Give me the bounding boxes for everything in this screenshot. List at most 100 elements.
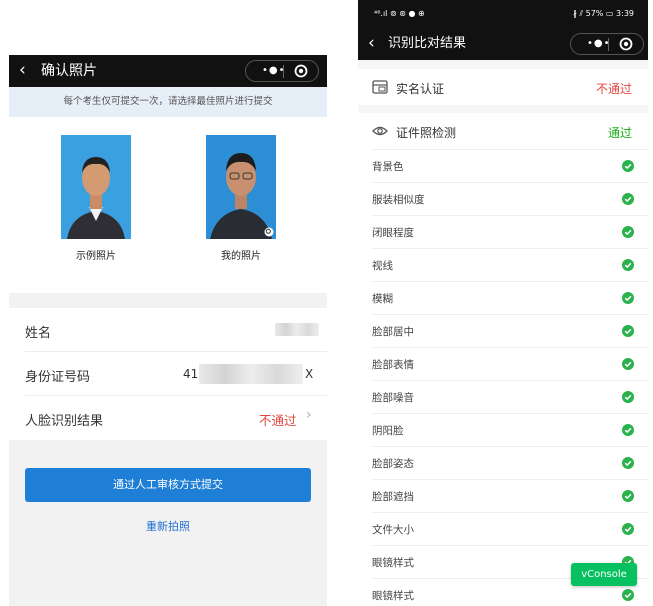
- check-item: 服装相似度: [358, 182, 648, 215]
- check-item: 视线: [358, 248, 648, 281]
- check-item-label: 背景色: [372, 161, 404, 173]
- manual-review-submit-button[interactable]: 通过人工审核方式提交: [25, 468, 311, 502]
- check-circle-icon: [622, 358, 634, 370]
- my-photo-caption[interactable]: 我的照片: [191, 247, 291, 262]
- divider: [372, 413, 648, 414]
- photo-area: 示例照片 我的照片: [9, 117, 327, 293]
- vconsole-button[interactable]: vConsole: [571, 563, 637, 586]
- divider: [372, 248, 648, 249]
- check-item-label: 脸部居中: [372, 326, 414, 338]
- nav-bar: ‹ 确认照片 •●•: [9, 55, 327, 87]
- id-number-prefix: 41: [183, 367, 199, 381]
- capsule-divider: [283, 65, 284, 78]
- id-number-row: 身份证号码 41 X: [9, 352, 327, 396]
- real-name-section: 实名认证 不通过: [358, 69, 648, 105]
- mini-program-capsule[interactable]: •●•: [570, 33, 644, 55]
- check-item: 闭眼程度: [358, 215, 648, 248]
- name-value-redacted: [275, 323, 319, 336]
- confirm-photo-screen: ‹ 确认照片 •●• 每个考生仅可提交一次，请选择最佳照片进行提交 示例照片 我…: [9, 55, 327, 606]
- id-photo-check-section: 证件照检测 通过: [358, 113, 648, 149]
- section-label: 实名认证: [396, 82, 445, 96]
- page-title: 确认照片: [41, 63, 97, 79]
- id-card-icon: [372, 80, 388, 94]
- chevron-left-icon[interactable]: ‹: [19, 62, 26, 79]
- more-icon[interactable]: •●•: [587, 38, 611, 49]
- check-item: 脸部居中: [358, 314, 648, 347]
- check-item-label: 模糊: [372, 293, 393, 305]
- check-circle-icon: [622, 424, 634, 436]
- id-number-redacted: [199, 364, 303, 384]
- check-circle-icon: [622, 523, 634, 535]
- close-target-icon[interactable]: [294, 64, 308, 78]
- check-circle-icon: [622, 490, 634, 502]
- check-item: 脸部噪音: [358, 380, 648, 413]
- close-target-icon[interactable]: [619, 37, 633, 51]
- mini-program-capsule[interactable]: •●•: [245, 60, 319, 82]
- more-icon[interactable]: •●•: [262, 65, 286, 76]
- check-item: 脸部姿态: [358, 446, 648, 479]
- sample-photo: [61, 135, 131, 239]
- id-number-label: 身份证号码: [25, 370, 91, 385]
- sample-photo-caption: 示例照片: [76, 251, 116, 262]
- section-label: 证件照检测: [396, 126, 457, 140]
- check-item: 阴阳脸: [358, 413, 648, 446]
- check-circle-icon: [622, 292, 634, 304]
- divider: [372, 446, 648, 447]
- chevron-left-icon[interactable]: ‹: [368, 35, 375, 52]
- check-item-label: 脸部遮挡: [372, 491, 414, 503]
- divider: [372, 512, 648, 513]
- check-item-label: 闭眼程度: [372, 227, 414, 239]
- divider: [372, 215, 648, 216]
- page-title: 识别比对结果: [388, 36, 467, 51]
- retake-photo-link[interactable]: 重新拍照: [9, 518, 327, 534]
- nav-bar: ‹ 识别比对结果 •●•: [358, 28, 648, 60]
- check-item-label: 阴阳脸: [372, 425, 404, 437]
- check-item-label: 脸部姿态: [372, 458, 414, 470]
- face-result-value: 不通过: [259, 413, 297, 428]
- divider: [372, 182, 648, 183]
- check-circle-icon: [622, 391, 634, 403]
- divider: [372, 347, 648, 348]
- check-circle-icon: [622, 193, 634, 205]
- check-item-label: 文件大小: [372, 524, 414, 536]
- check-item-label: 眼镜样式: [372, 557, 414, 569]
- comparison-result-screen: ⁴⁶.ıl ⊚ ⊛ ● ⊕ ∦ ⫽ 57% ▭ 3:39 ‹ 识别比对结果 •●…: [358, 0, 648, 606]
- status-left-icons: ⁴⁶.ıl ⊚ ⊛ ● ⊕: [374, 9, 425, 18]
- name-row: 姓名: [9, 308, 327, 352]
- face-result-row[interactable]: 人脸识别结果 不通过 ›: [9, 396, 327, 440]
- section-status: 通过: [607, 126, 632, 140]
- divider: [372, 479, 648, 480]
- check-circle-icon: [622, 226, 634, 238]
- check-item-label: 视线: [372, 260, 393, 272]
- check-circle-icon: [622, 259, 634, 271]
- check-item: 背景色: [358, 149, 648, 182]
- chevron-right-icon: ›: [306, 407, 312, 423]
- check-circle-icon: [622, 160, 634, 172]
- name-label: 姓名: [25, 326, 52, 341]
- check-item: 模糊: [358, 281, 648, 314]
- check-circle-icon: [622, 589, 634, 601]
- face-result-label: 人脸识别结果: [25, 414, 104, 429]
- check-circle-icon: [622, 325, 634, 337]
- id-number-suffix: X: [305, 367, 314, 381]
- check-item: 脸部表情: [358, 347, 648, 380]
- eye-icon: [372, 126, 388, 136]
- check-item-label: 服装相似度: [372, 194, 425, 206]
- status-right-info: ∦ ⫽ 57% ▭ 3:39: [572, 9, 634, 18]
- capsule-divider: [608, 38, 609, 51]
- check-item: 文件大小: [358, 512, 648, 545]
- divider: [372, 380, 648, 381]
- check-item-label: 脸部表情: [372, 359, 414, 371]
- status-bar: ⁴⁶.ıl ⊚ ⊛ ● ⊕ ∦ ⫽ 57% ▭ 3:39: [358, 0, 648, 28]
- notice-banner: 每个考生仅可提交一次，请选择最佳照片进行提交: [9, 87, 327, 117]
- divider: [372, 545, 648, 546]
- check-item-label: 脸部噪音: [372, 392, 414, 404]
- divider: [372, 314, 648, 315]
- section-status: 不通过: [595, 82, 632, 96]
- check-circle-icon: [622, 457, 634, 469]
- check-item: 脸部遮挡: [358, 479, 648, 512]
- divider: [372, 281, 648, 282]
- check-item-label: 眼镜样式: [372, 590, 414, 602]
- my-photo[interactable]: [206, 135, 276, 239]
- divider: [372, 149, 648, 150]
